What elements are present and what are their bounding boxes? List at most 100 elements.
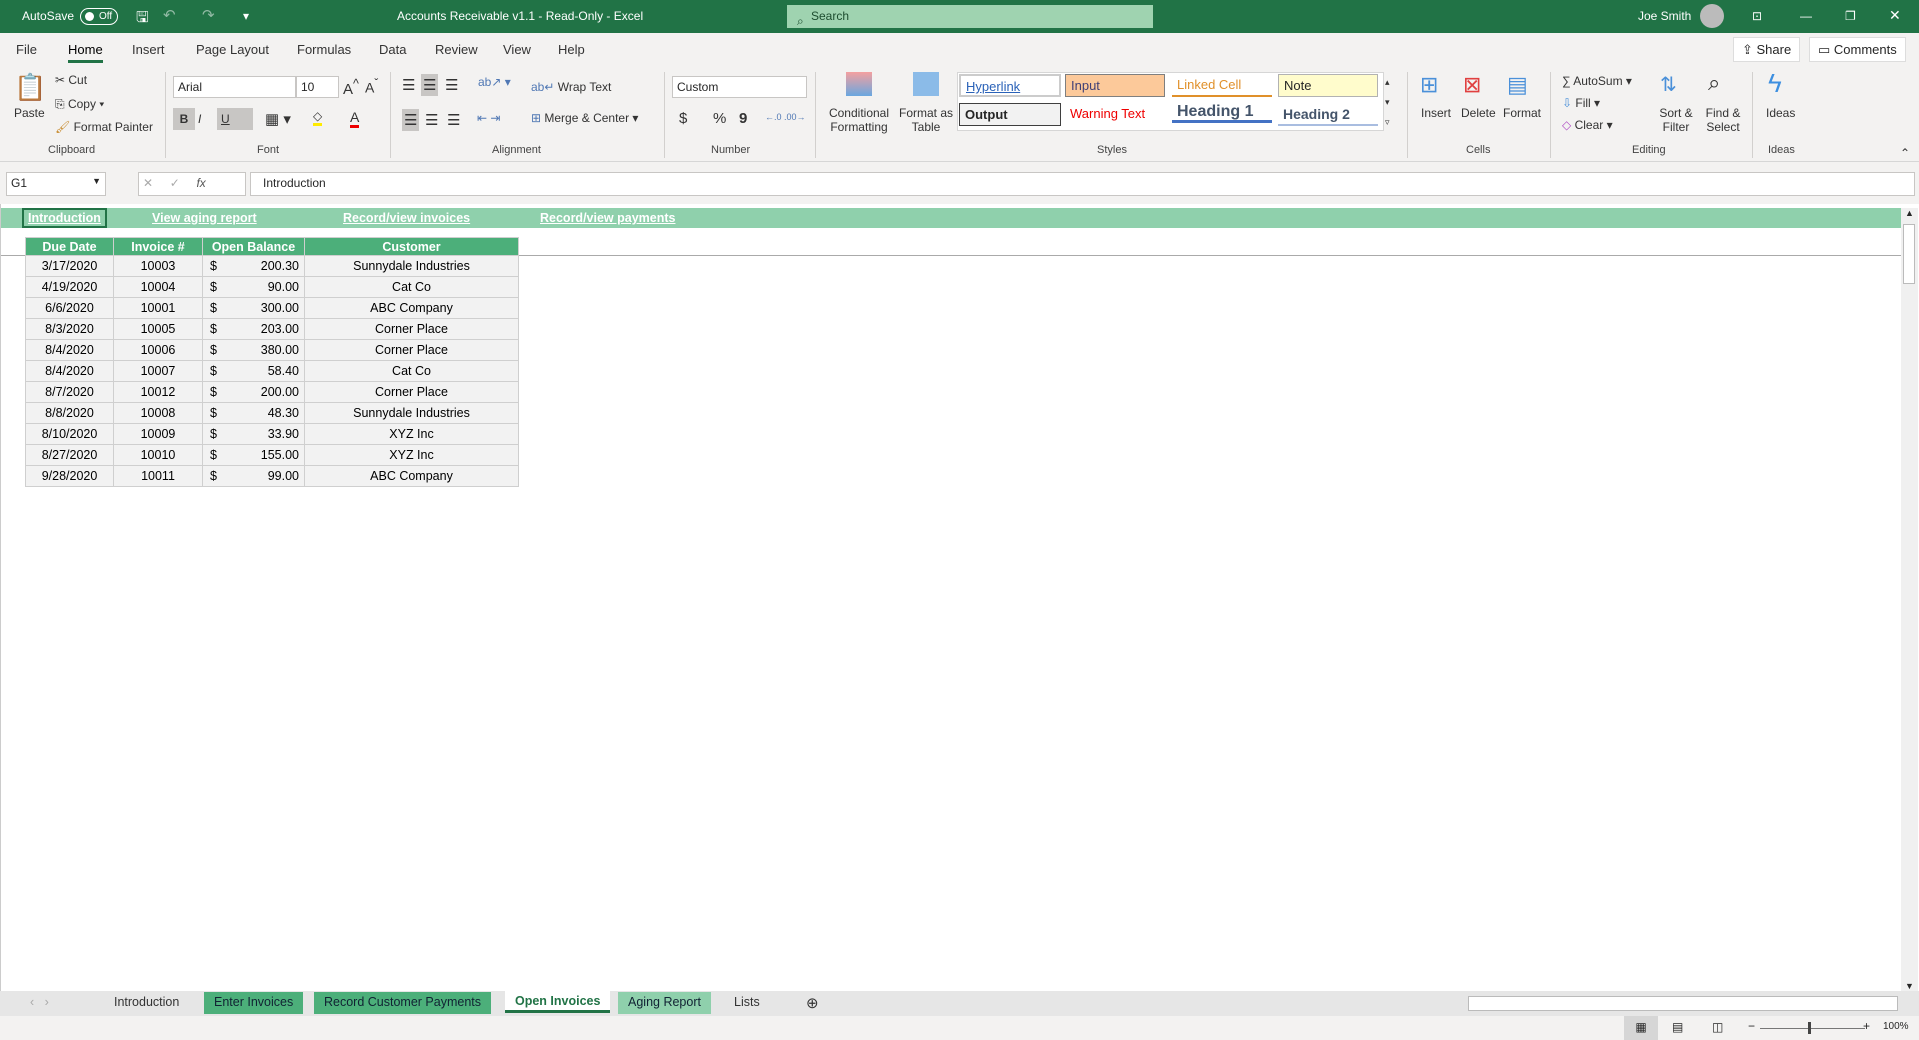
- tab-data[interactable]: Data: [379, 42, 406, 57]
- due-date-cell[interactable]: 6/6/2020: [25, 297, 114, 319]
- invoice-number-cell[interactable]: 10008: [113, 402, 203, 424]
- find-select-button[interactable]: Find & Select: [1700, 106, 1746, 134]
- due-date-cell[interactable]: 9/28/2020: [25, 465, 114, 487]
- customer-cell[interactable]: Corner Place: [304, 318, 519, 340]
- user-name[interactable]: Joe Smith: [1638, 9, 1691, 23]
- minimize-icon[interactable]: —: [1800, 9, 1812, 23]
- align-middle-icon[interactable]: ☰: [421, 74, 439, 96]
- style-hyperlink[interactable]: Hyperlink: [959, 74, 1061, 97]
- amount-cell[interactable]: 90.00: [224, 276, 305, 298]
- tab-home[interactable]: Home: [68, 42, 103, 63]
- due-date-cell[interactable]: 8/8/2020: [25, 402, 114, 424]
- sheet-tab-aging-report[interactable]: Aging Report: [618, 992, 711, 1014]
- decrease-font-icon[interactable]: Aˇ: [365, 77, 378, 96]
- insert-button[interactable]: Insert: [1421, 106, 1451, 120]
- customer-cell[interactable]: XYZ Inc: [304, 444, 519, 466]
- borders-icon[interactable]: ▦ ▾: [265, 110, 291, 128]
- horizontal-scrollbar[interactable]: [1468, 996, 1898, 1011]
- tab-page-layout[interactable]: Page Layout: [196, 42, 269, 57]
- invoice-number-cell[interactable]: 10007: [113, 360, 203, 382]
- due-date-cell[interactable]: 3/17/2020: [25, 255, 114, 277]
- currency-symbol-cell[interactable]: $: [202, 381, 225, 403]
- link-record-view-payments[interactable]: Record/view payments: [540, 211, 675, 225]
- scroll-up-icon[interactable]: ▲: [1905, 208, 1914, 218]
- currency-symbol-cell[interactable]: $: [202, 465, 225, 487]
- autosave-toggle[interactable]: Off: [80, 8, 118, 25]
- clear-button[interactable]: ◇ Clear ▾: [1562, 118, 1613, 132]
- search-box[interactable]: ⌕ Search: [787, 5, 1153, 28]
- font-name-select[interactable]: Arial: [173, 76, 296, 98]
- amount-cell[interactable]: 200.00: [224, 381, 305, 403]
- customer-cell[interactable]: Cat Co: [304, 360, 519, 382]
- underline-button[interactable]: U: [217, 108, 253, 130]
- format-as-table-button[interactable]: Format as Table: [898, 106, 954, 134]
- align-right-icon[interactable]: ☰: [447, 111, 460, 129]
- enter-icon[interactable]: ✓: [170, 176, 180, 190]
- customer-cell[interactable]: Sunnydale Industries: [304, 402, 519, 424]
- invoice-number-cell[interactable]: 10004: [113, 276, 203, 298]
- redo-icon[interactable]: ↷: [202, 6, 215, 24]
- column-header-invoice[interactable]: Invoice #: [113, 237, 203, 256]
- currency-symbol-cell[interactable]: $: [202, 297, 225, 319]
- due-date-cell[interactable]: 8/27/2020: [25, 444, 114, 466]
- page-layout-view-icon[interactable]: ▤: [1672, 1020, 1683, 1034]
- sheet-tab-open-invoices[interactable]: Open Invoices: [505, 991, 611, 1013]
- decimal-icons[interactable]: ←.0 .00→: [765, 112, 806, 122]
- font-size-select[interactable]: 10: [296, 76, 339, 98]
- collapse-ribbon-icon[interactable]: ⌃: [1900, 146, 1910, 160]
- zoom-out-icon[interactable]: −: [1748, 1019, 1755, 1033]
- invoice-number-cell[interactable]: 10001: [113, 297, 203, 319]
- customer-cell[interactable]: Corner Place: [304, 381, 519, 403]
- amount-cell[interactable]: 203.00: [224, 318, 305, 340]
- customer-cell[interactable]: ABC Company: [304, 465, 519, 487]
- currency-symbol-cell[interactable]: $: [202, 255, 225, 277]
- autosum-button[interactable]: ∑ AutoSum ▾: [1562, 74, 1632, 88]
- amount-cell[interactable]: 380.00: [224, 339, 305, 361]
- conditional-formatting-button[interactable]: Conditional Formatting: [826, 106, 892, 134]
- undo-icon[interactable]: ↶: [163, 6, 176, 24]
- customer-cell[interactable]: ABC Company: [304, 297, 519, 319]
- amount-cell[interactable]: 33.90: [224, 423, 305, 445]
- style-linked-cell[interactable]: Linked Cell: [1172, 74, 1272, 97]
- increase-font-icon[interactable]: A^: [343, 77, 359, 98]
- align-center-icon[interactable]: ☰: [425, 111, 438, 129]
- customer-cell[interactable]: Corner Place: [304, 339, 519, 361]
- customer-cell[interactable]: Cat Co: [304, 276, 519, 298]
- cancel-icon[interactable]: ✕: [143, 176, 153, 190]
- style-input[interactable]: Input: [1065, 74, 1165, 97]
- due-date-cell[interactable]: 8/7/2020: [25, 381, 114, 403]
- avatar[interactable]: [1700, 4, 1724, 28]
- conditional-formatting-icon[interactable]: [846, 72, 872, 96]
- cut-button[interactable]: ✂ Cut: [55, 73, 87, 87]
- due-date-cell[interactable]: 8/10/2020: [25, 423, 114, 445]
- function-icon[interactable]: fx: [196, 176, 205, 190]
- customize-toolbar-icon[interactable]: ▾: [243, 9, 249, 23]
- invoice-number-cell[interactable]: 10006: [113, 339, 203, 361]
- due-date-cell[interactable]: 8/4/2020: [25, 360, 114, 382]
- invoice-number-cell[interactable]: 10005: [113, 318, 203, 340]
- wrap-text-button[interactable]: ab↵ Wrap Text: [531, 80, 611, 94]
- column-header-due-date[interactable]: Due Date: [25, 237, 114, 256]
- vertical-scrollbar[interactable]: ▲ ▼: [1901, 208, 1918, 991]
- link-introduction[interactable]: Introduction: [22, 208, 107, 228]
- fill-color-icon[interactable]: ◇: [313, 109, 323, 126]
- ribbon-display-icon[interactable]: ⊡: [1752, 9, 1762, 23]
- invoice-number-cell[interactable]: 10003: [113, 255, 203, 277]
- amount-cell[interactable]: 155.00: [224, 444, 305, 466]
- format-table-icon[interactable]: [913, 72, 939, 96]
- delete-button[interactable]: Delete: [1461, 106, 1496, 120]
- style-heading-1[interactable]: Heading 1: [1172, 100, 1272, 123]
- amount-cell[interactable]: 58.40: [224, 360, 305, 382]
- fill-button[interactable]: ⇩ Fill ▾: [1562, 96, 1600, 110]
- zoom-slider[interactable]: [1760, 1028, 1865, 1029]
- orientation-icon[interactable]: ab↗ ▾: [478, 75, 511, 89]
- scroll-thumb[interactable]: [1903, 224, 1915, 284]
- align-left-icon[interactable]: ☰: [402, 109, 420, 131]
- sort-filter-button[interactable]: Sort & Filter: [1654, 106, 1698, 134]
- style-output[interactable]: Output: [959, 103, 1061, 126]
- scroll-down-icon[interactable]: ▼: [1905, 981, 1914, 991]
- link-view-aging-report[interactable]: View aging report: [152, 211, 257, 225]
- invoice-number-cell[interactable]: 10009: [113, 423, 203, 445]
- currency-symbol-cell[interactable]: $: [202, 402, 225, 424]
- comma-button[interactable]: 9: [739, 110, 747, 127]
